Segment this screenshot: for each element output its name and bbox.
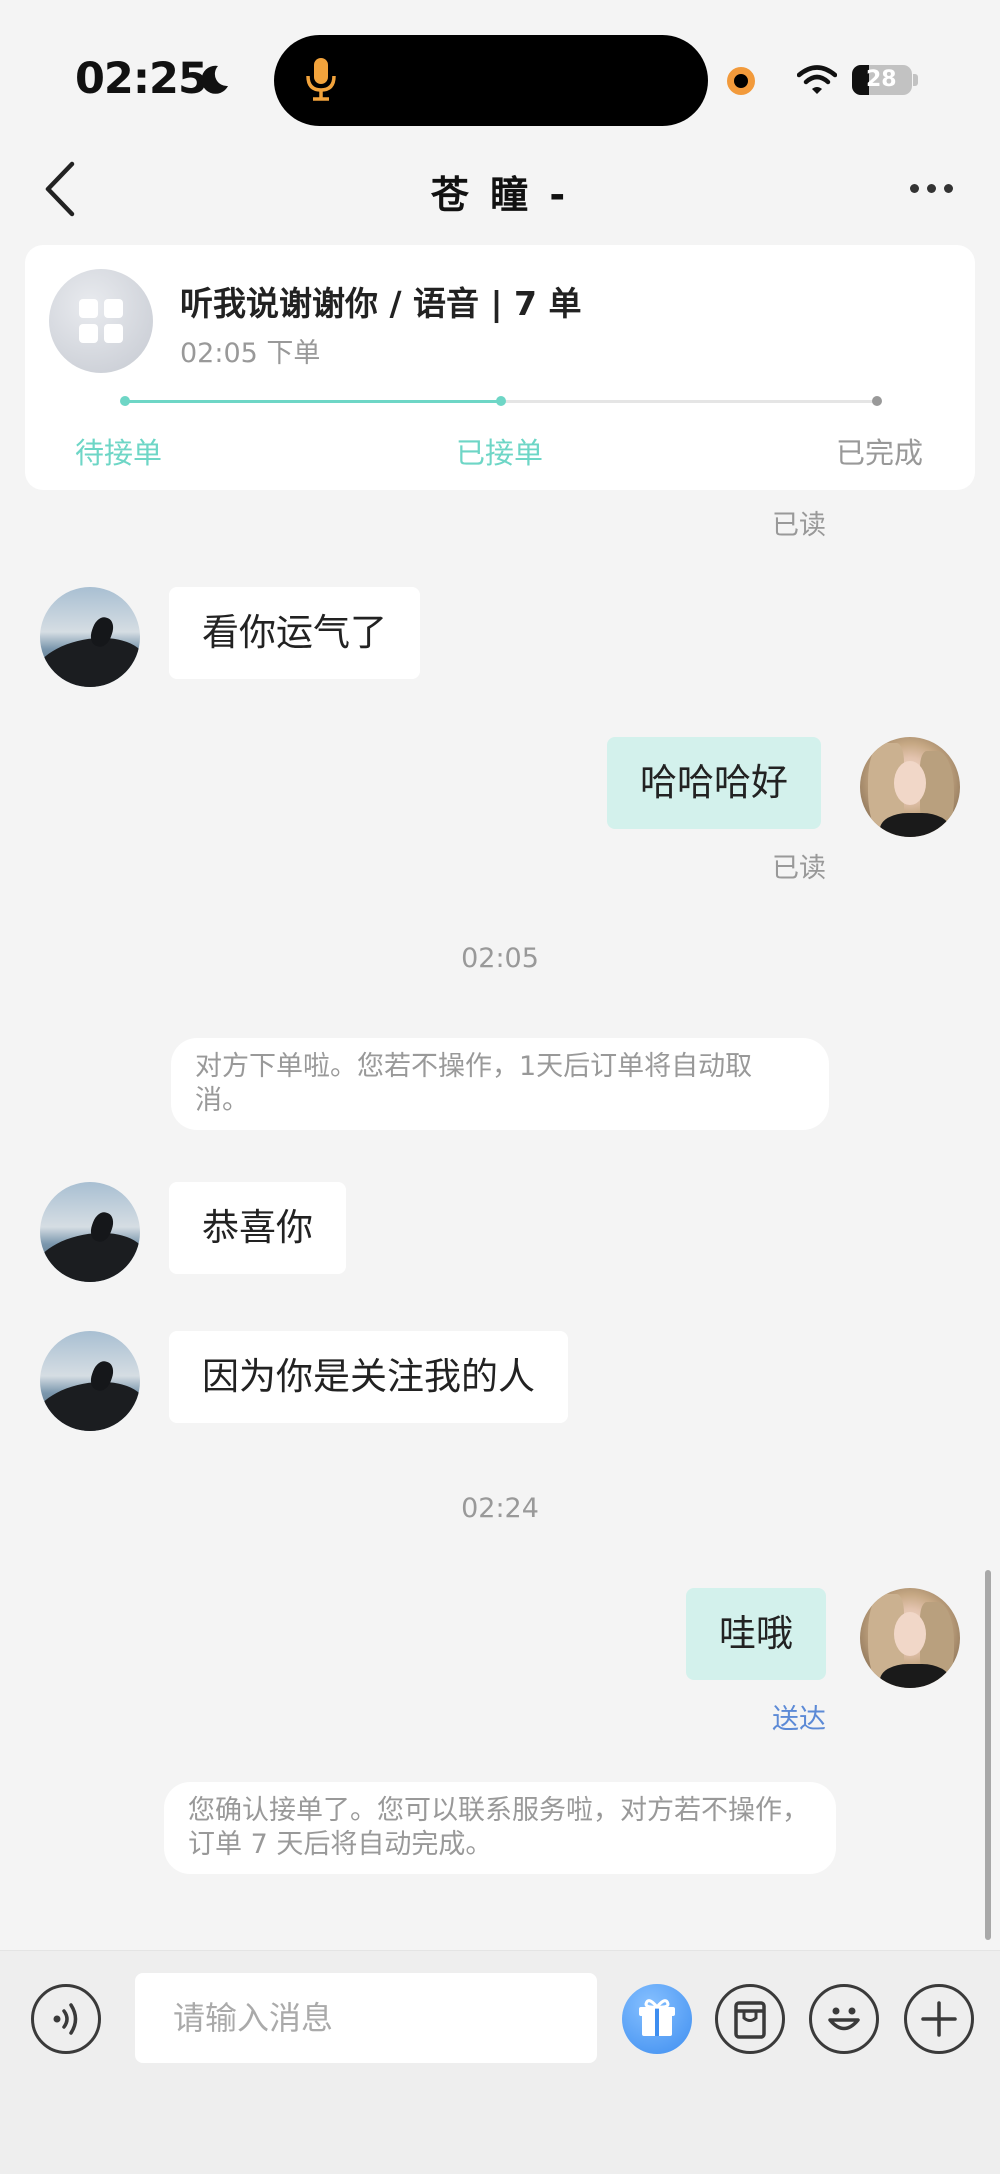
step-dot-completed bbox=[872, 396, 882, 406]
step-label-completed: 已完成 bbox=[836, 436, 924, 470]
more-options-icon[interactable] bbox=[910, 184, 954, 196]
order-time: 02:05 下单 bbox=[180, 338, 321, 369]
message-input[interactable] bbox=[135, 1973, 597, 2063]
step-label-pending: 待接单 bbox=[75, 436, 163, 470]
sent-message[interactable]: 哇哦 bbox=[686, 1588, 826, 1680]
received-message[interactable]: 看你运气了 bbox=[169, 587, 420, 679]
sent-message[interactable]: 哈哈哈好 bbox=[607, 737, 821, 829]
gift-icon[interactable] bbox=[622, 1984, 692, 2054]
read-receipt: 已读 bbox=[772, 510, 826, 541]
recording-indicator-icon bbox=[727, 67, 755, 95]
plus-icon[interactable] bbox=[904, 1984, 974, 2054]
order-card[interactable]: 听我说谢谢你 / 语音 | 7 单 02:05 下单 待接单 已接单 已完成 bbox=[25, 245, 975, 490]
moon-icon bbox=[201, 65, 228, 94]
back-icon[interactable] bbox=[40, 160, 80, 218]
system-notice: 您确认接单了。您可以联系服务啦，对方若不操作，订单 7 天后将自动完成。 bbox=[164, 1782, 836, 1874]
step-dot-pending bbox=[120, 396, 130, 406]
step-dot-accepted bbox=[496, 396, 506, 406]
emoji-icon[interactable] bbox=[809, 1984, 879, 2054]
progress-track-remaining bbox=[501, 400, 877, 403]
system-notice: 对方下单啦。您若不操作，1天后订单将自动取消。 bbox=[171, 1038, 829, 1130]
order-category-icon bbox=[49, 269, 153, 373]
contact-avatar[interactable] bbox=[40, 1331, 140, 1431]
scrollbar[interactable] bbox=[985, 1570, 991, 1940]
delivery-status: 送达 bbox=[772, 1704, 826, 1735]
order-title: 听我说谢谢你 / 语音 | 7 单 bbox=[180, 284, 582, 323]
dynamic-island bbox=[274, 35, 708, 126]
microphone-icon bbox=[306, 58, 336, 101]
received-message[interactable]: 恭喜你 bbox=[169, 1182, 346, 1274]
chat-title: 苍 瞳 - bbox=[430, 173, 570, 217]
chat-timestamp: 02:24 bbox=[461, 1493, 539, 1524]
contact-avatar[interactable] bbox=[40, 1182, 140, 1282]
my-avatar[interactable] bbox=[860, 1588, 960, 1688]
read-receipt: 已读 bbox=[772, 853, 826, 884]
battery-level: 28 bbox=[866, 67, 897, 92]
battery-icon: 28 bbox=[852, 65, 912, 95]
my-avatar[interactable] bbox=[860, 737, 960, 837]
voice-icon[interactable] bbox=[31, 1984, 101, 2054]
status-time: 02:25 bbox=[75, 54, 208, 104]
battery-tip bbox=[913, 74, 918, 86]
order-icon[interactable] bbox=[715, 1984, 785, 2054]
chat-screen: 02:25 28 苍 瞳 - 听我说谢谢你 / 语音 | 7 单 02:05 下… bbox=[0, 0, 1000, 2174]
contact-avatar[interactable] bbox=[40, 587, 140, 687]
wifi-icon bbox=[797, 65, 837, 94]
received-message[interactable]: 因为你是关注我的人 bbox=[169, 1331, 568, 1423]
progress-track-done bbox=[123, 400, 501, 403]
step-label-accepted: 已接单 bbox=[456, 436, 544, 470]
chat-timestamp: 02:05 bbox=[461, 943, 539, 974]
